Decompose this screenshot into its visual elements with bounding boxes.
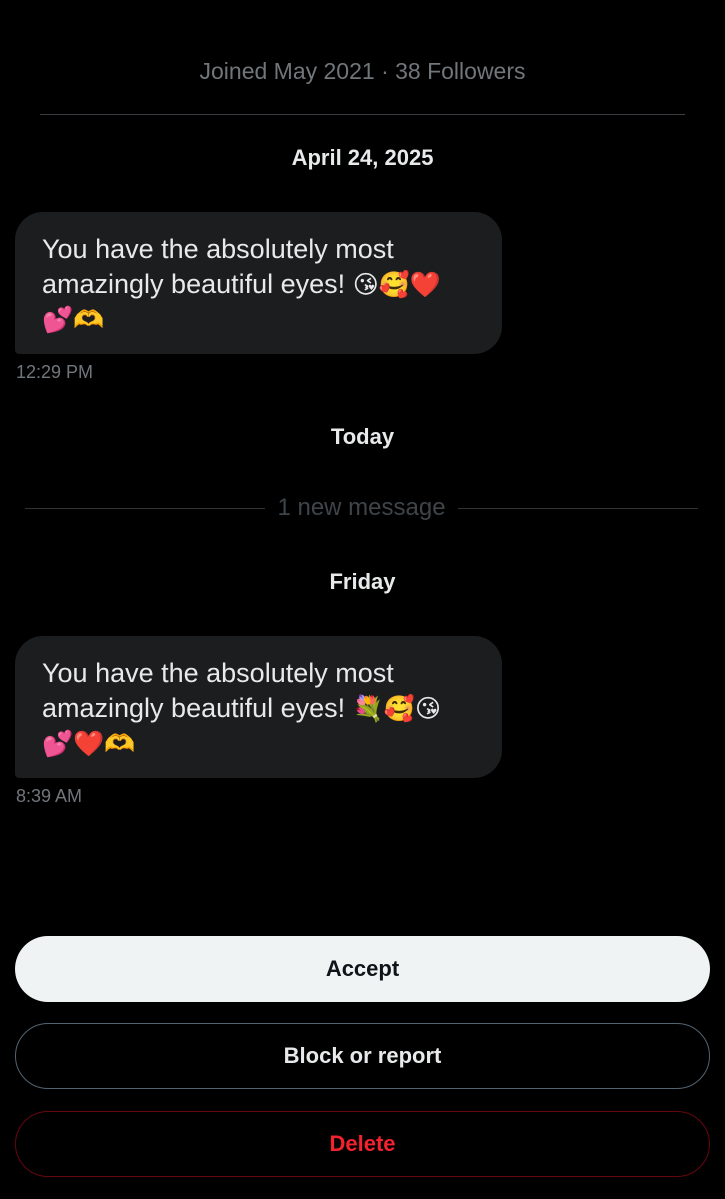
divider-line: [457, 507, 698, 509]
block-or-report-button-label: Block or report: [283, 1043, 442, 1068]
emoji-group: 😘🥰❤️: [352, 270, 442, 299]
profile-divider: [40, 114, 685, 115]
message-bubble[interactable]: You have the absolutely most amazingly b…: [15, 636, 502, 778]
delete-button[interactable]: Delete: [15, 1111, 710, 1177]
emoji-group: 💕❤️🫶: [42, 729, 136, 758]
date-header: Today: [330, 424, 395, 449]
message-text-line: You have the absolutely most: [42, 234, 394, 264]
emoji-group: 💕🫶: [42, 305, 105, 334]
delete-button-label: Delete: [329, 1131, 396, 1156]
message-timestamp: 8:39 AM: [16, 786, 83, 806]
message-bubble[interactable]: You have the absolutely most amazingly b…: [15, 212, 502, 354]
message-text-line: amazingly beautiful eyes! 😘🥰❤️: [42, 269, 442, 299]
new-message-divider: 1 new message: [25, 493, 698, 523]
message-text-line: 💕❤️🫶: [42, 726, 482, 761]
new-message-label: 1 new message: [277, 494, 446, 521]
accept-button[interactable]: Accept: [15, 936, 710, 1002]
block-or-report-button[interactable]: Block or report: [15, 1023, 710, 1089]
message-text-line: amazingly beautiful eyes! 💐🥰😘: [42, 693, 442, 723]
message-text-line: 💕🫶: [42, 302, 482, 337]
message-timestamp: 12:29 PM: [16, 362, 94, 382]
accept-button-label: Accept: [325, 956, 400, 981]
divider-line: [25, 507, 266, 509]
emoji-group: 💐🥰😘: [352, 694, 442, 723]
profile-meta: Joined May 2021 · 38 Followers: [199, 58, 526, 84]
message-text-line: You have the absolutely most: [42, 658, 394, 688]
date-header: Friday: [329, 569, 396, 594]
date-header: April 24, 2025: [291, 145, 434, 170]
